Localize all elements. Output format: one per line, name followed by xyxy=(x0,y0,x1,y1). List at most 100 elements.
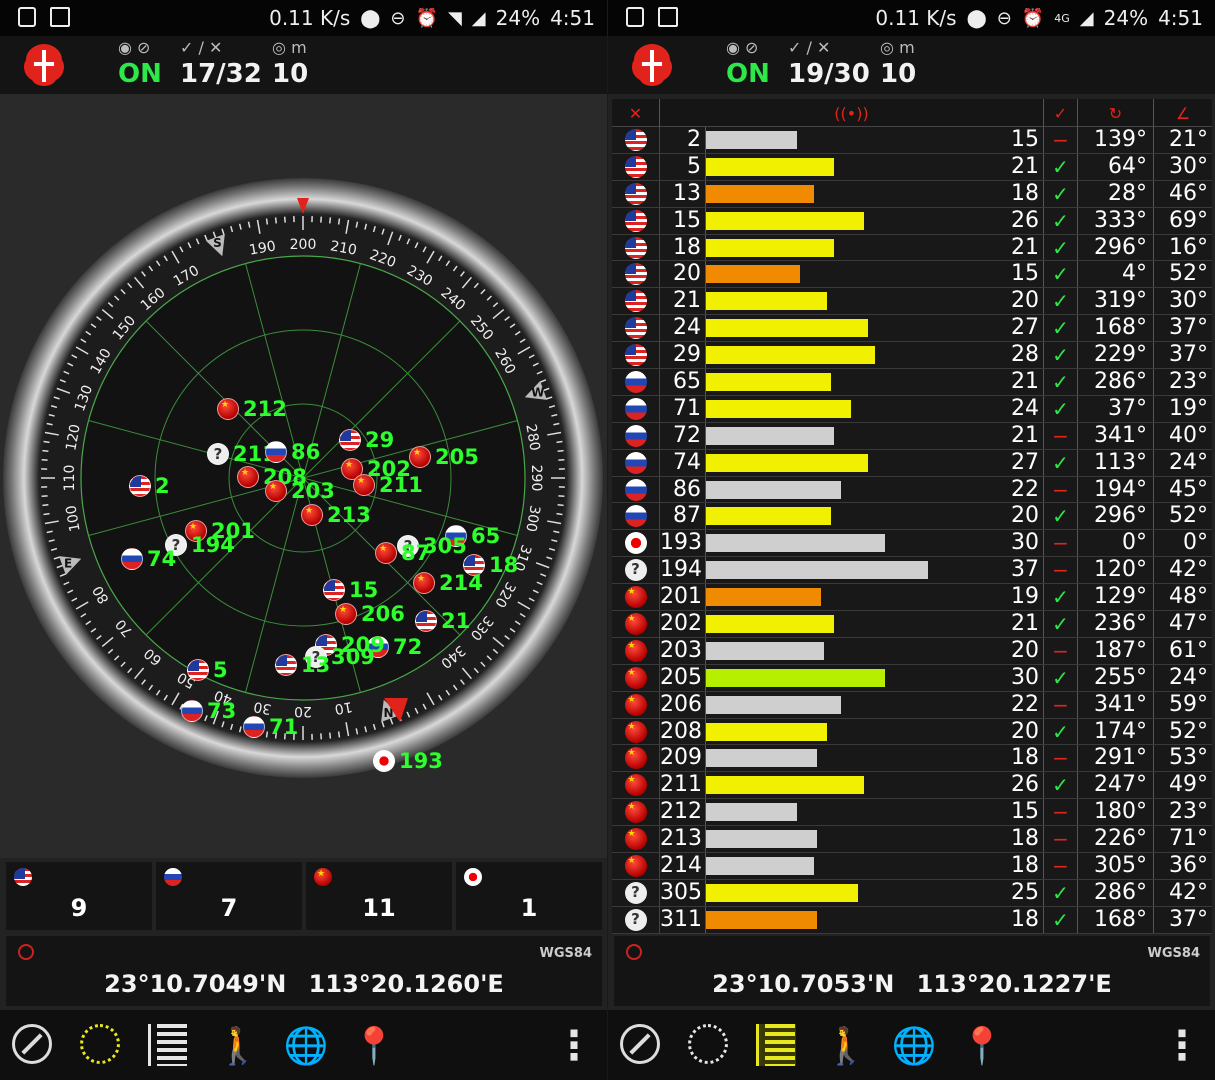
coordinate-panel[interactable]: WGS84 23°10.7053'N 113°20.1227'E xyxy=(614,936,1210,1006)
table-row[interactable]: 209 18−291° 53° xyxy=(612,745,1212,773)
satellite-marker[interactable]: 206 xyxy=(335,603,405,625)
table-row[interactable]: 13 18 ✓ 28° 46° xyxy=(612,180,1212,208)
table-row[interactable]: 87 20 ✓ 296° 52° xyxy=(612,503,1212,531)
table-row[interactable]: ? 311 18 ✓ 168° 37° xyxy=(612,906,1212,934)
globe-tab-icon[interactable]: 🌐 xyxy=(892,1024,937,1068)
more-menu-icon[interactable]: ⋮ xyxy=(1160,1023,1204,1069)
satellite-marker[interactable]: 212 xyxy=(217,398,287,420)
snr-value: 20 xyxy=(1011,637,1039,663)
satellite-marker[interactable]: 213 xyxy=(301,504,371,526)
table-row[interactable]: 205 30✓255° 24° xyxy=(612,664,1212,692)
table-row[interactable]: 86 22−194° 45° xyxy=(612,476,1212,504)
radar-tab-icon[interactable] xyxy=(80,1024,120,1064)
radar-view[interactable]: 190 200 210 220 230 240 250 260 280 290 300 310 320 3… xyxy=(0,94,607,858)
qzss-count: 1 xyxy=(520,894,538,922)
table-row[interactable]: 208 20✓174° 52° xyxy=(612,718,1212,746)
app-logo-icon[interactable] xyxy=(22,42,66,90)
prn-cell: 24 xyxy=(660,315,706,342)
signal-bars-tab-icon[interactable] xyxy=(148,1024,188,1066)
app-logo-icon[interactable] xyxy=(630,42,674,90)
walk-tab-icon[interactable]: 🚶 xyxy=(824,1024,869,1068)
radar-tab-icon[interactable] xyxy=(688,1024,728,1064)
satellite-marker[interactable]: 2 xyxy=(129,475,170,497)
elevation-cell: 23° xyxy=(1169,369,1208,395)
table-row[interactable]: 212 15−180° 23° xyxy=(612,799,1212,827)
used-column-icon[interactable]: ✓ xyxy=(1044,99,1078,127)
satellite-marker[interactable]: 29 xyxy=(339,429,394,451)
table-row[interactable]: 18 21 ✓ 296° 16° xyxy=(612,234,1212,262)
satellite-marker[interactable]: 211 xyxy=(353,474,423,496)
table-row[interactable]: 211 26✓247° 49° xyxy=(612,772,1212,800)
table-row[interactable]: 74 27 ✓ 113° 24° xyxy=(612,449,1212,477)
table-row[interactable]: 72 21−341° 40° xyxy=(612,422,1212,450)
satellite-marker[interactable]: 73 xyxy=(181,700,236,722)
satellite-marker[interactable]: 214 xyxy=(413,572,483,594)
table-row[interactable]: 15 26 ✓ 333° 69° xyxy=(612,207,1212,235)
us-flag-icon xyxy=(415,610,437,632)
table-row[interactable]: 201 19✓129° 48° xyxy=(612,584,1212,612)
azimuth-cell: 255° xyxy=(1078,664,1154,691)
elevation-cell: 42° xyxy=(1169,557,1208,583)
azimuth-cell: 341° xyxy=(1078,691,1154,718)
satellite-marker[interactable]: 74 xyxy=(121,548,176,570)
azimuth-column-icon[interactable]: ↻ xyxy=(1078,99,1154,127)
table-row[interactable]: 24 27 ✓ 168° 37° xyxy=(612,315,1212,343)
table-row[interactable]: 29 28 ✓ 229° 37° xyxy=(612,342,1212,370)
globe-tab-icon[interactable]: 🌐 xyxy=(284,1024,329,1068)
signal-bar xyxy=(706,561,929,580)
satellite-marker[interactable]: 87 xyxy=(375,542,430,564)
table-row[interactable]: 5 21 ✓ 64° 30° xyxy=(612,153,1212,181)
walk-tab-icon[interactable]: 🚶 xyxy=(216,1024,261,1068)
satellite-column-icon[interactable]: ✕ xyxy=(612,99,660,127)
location-pin-tab-icon[interactable]: 📍 xyxy=(960,1024,1005,1068)
table-row[interactable]: ? 305 25 ✓ 286° 42° xyxy=(612,879,1212,907)
location-pin-tab-icon[interactable]: 📍 xyxy=(352,1024,397,1068)
signal-cell: 20 xyxy=(706,503,1044,530)
table-row[interactable]: 2 15−139° 21° xyxy=(612,127,1212,154)
azimuth-cell: 28° xyxy=(1078,180,1154,207)
compass-tab-icon[interactable] xyxy=(620,1024,660,1064)
table-row[interactable]: 202 21✓236° 47° xyxy=(612,611,1212,638)
unused-dash-icon: − xyxy=(1044,476,1078,503)
satellite-prn-label: 206 xyxy=(361,602,405,626)
satellite-marker[interactable]: 21 xyxy=(415,610,470,632)
table-row[interactable]: 193 30−0° 0° xyxy=(612,530,1212,558)
signal-bars-tab-icon[interactable] xyxy=(756,1024,796,1066)
snr-value: 18 xyxy=(1011,906,1039,932)
satellite-prn-label: 72 xyxy=(393,635,423,659)
satellite-marker[interactable]: 71 xyxy=(243,716,298,738)
used-check-icon: ✓ xyxy=(1044,315,1078,342)
table-row[interactable]: 206 22−341° 59° xyxy=(612,691,1212,719)
used-check-icon: ✓ xyxy=(1044,611,1078,637)
satellite-marker[interactable]: 13 xyxy=(275,654,330,676)
satellite-prn-label: 211 xyxy=(379,473,423,497)
table-row[interactable]: 21 20 ✓ 319° 30° xyxy=(612,288,1212,316)
table-row[interactable]: 213 18−226° 71° xyxy=(612,826,1212,854)
satellite-marker[interactable]: 205 xyxy=(409,446,479,468)
elevation-column-icon[interactable]: ∠ xyxy=(1154,99,1212,127)
table-row[interactable]: 71 24 ✓ 37° 19° xyxy=(612,395,1212,423)
signal-column-icon[interactable]: ((•)) xyxy=(660,99,1044,127)
table-row[interactable]: 20 15 ✓ 4° 52° xyxy=(612,261,1212,289)
table-row[interactable]: 203 20−187° 61° xyxy=(612,637,1212,665)
coordinate-panel[interactable]: WGS84 23°10.7049'N 113°20.1260'E xyxy=(6,936,602,1006)
flag-cell: ? xyxy=(612,557,660,584)
signal-cell: 21 xyxy=(706,153,1044,180)
satellite-marker[interactable]: 5 xyxy=(187,659,228,681)
satellite-marker[interactable]: 15 xyxy=(323,579,378,601)
satellite-marker[interactable]: 86 xyxy=(265,441,320,463)
azimuth-cell: 187° xyxy=(1078,637,1154,664)
table-row[interactable]: ? 194 37−120° 42° xyxy=(612,557,1212,585)
table-row[interactable]: 214 18−305° 36° xyxy=(612,853,1212,880)
satellite-marker[interactable]: 203 xyxy=(265,480,335,502)
more-menu-icon[interactable]: ⋮ xyxy=(552,1023,596,1069)
signal-bar xyxy=(706,857,814,876)
used-check-icon: ✓ xyxy=(1044,503,1078,530)
compass-tab-icon[interactable] xyxy=(12,1024,52,1064)
table-row[interactable]: 65 21 ✓ 286° 23° xyxy=(612,369,1212,396)
used-check-icon: ✓ xyxy=(1044,261,1078,288)
azimuth-cell: 286° xyxy=(1078,369,1154,395)
signal-cell: 21 xyxy=(706,611,1044,637)
satellite-marker[interactable]: 193 xyxy=(373,750,443,772)
prn-cell: 13 xyxy=(660,180,706,207)
